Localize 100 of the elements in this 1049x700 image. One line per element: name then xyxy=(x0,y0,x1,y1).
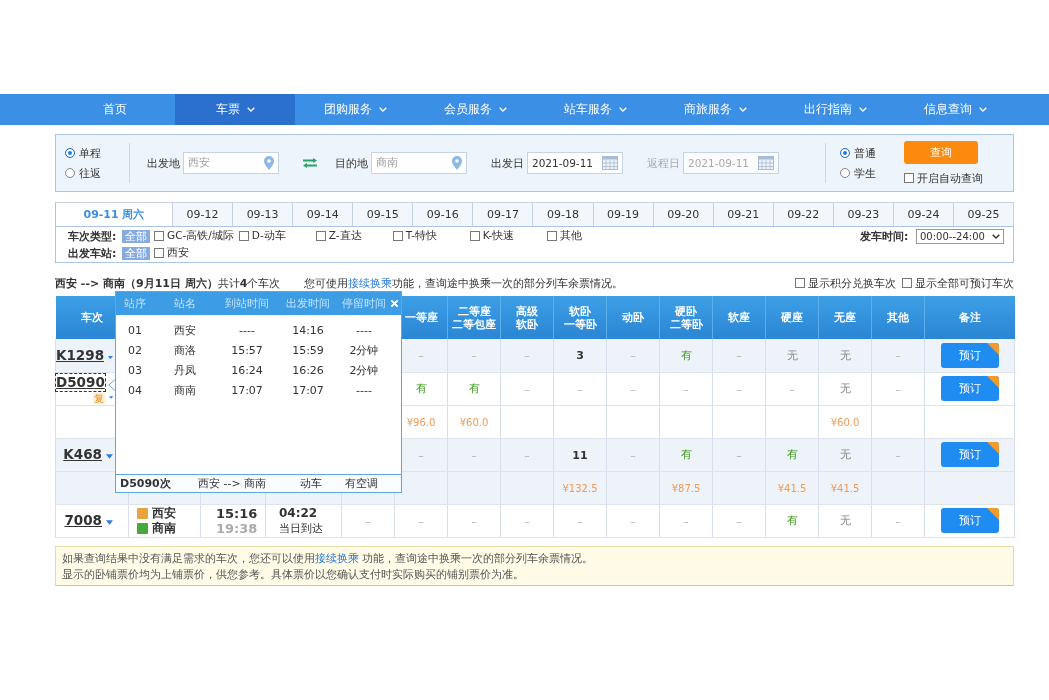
train-amenity: 有空调 xyxy=(345,476,379,491)
checkbox[interactable] xyxy=(238,231,249,241)
date-tab[interactable]: 09-21 xyxy=(713,202,774,226)
checkbox[interactable] xyxy=(902,278,912,288)
stop-order: 02 xyxy=(127,343,143,357)
filter-option[interactable]: 西安 xyxy=(154,246,226,260)
seat-availability: – xyxy=(418,448,424,462)
radio-button[interactable] xyxy=(840,168,850,178)
filter-option[interactable]: Z-直达 xyxy=(315,229,388,243)
radio-button[interactable] xyxy=(840,148,850,158)
train-badge: 复 xyxy=(92,392,105,404)
stop-duration: 2分钟 xyxy=(348,362,380,378)
radio-button[interactable] xyxy=(65,148,75,158)
passenger-type-option[interactable]: 学生 xyxy=(840,165,904,181)
nav-item[interactable]: 车票 xyxy=(175,94,295,125)
stop-departure-time: 15:59 xyxy=(291,343,325,357)
passenger-type-option[interactable]: 普通 xyxy=(840,145,904,161)
trip-duration: 04:22 xyxy=(279,505,319,521)
transfer-hint: 您可使用接续换乘功能，查询途中换乘一次的部分列车余票情况。 xyxy=(304,275,624,291)
date-tab[interactable]: 09-25 xyxy=(954,202,1015,226)
column-header: 无座 xyxy=(834,311,856,324)
checkbox[interactable] xyxy=(154,231,164,241)
date-tab[interactable]: 09-18 xyxy=(533,202,594,226)
ticket-price: ¥41.5 xyxy=(830,482,860,494)
date-tab[interactable]: 09-13 xyxy=(233,202,294,226)
transfer-link[interactable]: 接续换乘 xyxy=(315,551,359,564)
field-label: 出发日 xyxy=(491,155,524,171)
caret-icon[interactable] xyxy=(108,354,113,360)
date-tab[interactable]: 09-17 xyxy=(473,202,534,226)
date-tab[interactable]: 09-15 xyxy=(353,202,414,226)
train-type: 动车 xyxy=(300,476,323,491)
checkbox[interactable] xyxy=(154,248,164,258)
location-pin-icon xyxy=(264,156,274,170)
ticket-price: ¥96.0 xyxy=(406,416,436,428)
time-select[interactable]: 00:00--24:00 xyxy=(916,228,1004,244)
transfer-link[interactable]: 接续换乘 xyxy=(348,276,393,290)
trip-type-option[interactable]: 单程 xyxy=(65,145,125,161)
checkbox[interactable] xyxy=(392,231,403,241)
checkbox[interactable] xyxy=(469,231,480,241)
seat-availability: – xyxy=(789,382,795,396)
seat-availability: – xyxy=(524,448,530,462)
date-tab[interactable]: 09-24 xyxy=(893,202,954,226)
checkbox[interactable] xyxy=(904,173,914,183)
seat-availability: 有 xyxy=(468,382,480,395)
filter-option[interactable]: K-快速 xyxy=(469,229,542,243)
seat-availability: 无 xyxy=(839,448,851,461)
ticket-price: ¥87.5 xyxy=(671,482,701,494)
stop-station: 商南 xyxy=(173,382,197,398)
caret-icon[interactable] xyxy=(106,520,113,525)
close-icon[interactable] xyxy=(390,299,399,308)
train-number-link[interactable]: D5090 xyxy=(56,373,105,391)
seat-availability: – xyxy=(471,514,477,528)
caret-icon[interactable] xyxy=(108,394,113,400)
trip-type-option[interactable]: 往返 xyxy=(65,165,125,181)
caret-icon[interactable] xyxy=(106,454,113,459)
stop-arrival-time: 17:07 xyxy=(230,383,264,397)
date-tab[interactable]: 09-19 xyxy=(593,202,654,226)
ticket-price: ¥41.5 xyxy=(777,482,807,494)
date-tab[interactable]: 09-22 xyxy=(773,202,834,226)
stop-arrival-time: 16:24 xyxy=(230,363,264,377)
filter-label: 出发车站: xyxy=(68,245,118,261)
seat-availability: – xyxy=(524,514,530,528)
checkbox[interactable] xyxy=(795,278,805,288)
date-tab[interactable]: 09-20 xyxy=(653,202,714,226)
seat-availability: – xyxy=(577,514,583,528)
column-header: 备注 xyxy=(958,311,981,324)
column-header: 车次 xyxy=(80,311,103,324)
stop-departure-time: 16:26 xyxy=(291,363,325,377)
display-option[interactable]: 显示积分兑换车次 xyxy=(795,275,896,291)
auto-query-option[interactable]: 开启自动查询 xyxy=(904,170,983,186)
date-tab[interactable]: 09-14 xyxy=(293,202,354,226)
field-label: 目的地 xyxy=(335,155,368,171)
field-label: 出发地 xyxy=(147,155,180,171)
date-tab[interactable]: 09-12 xyxy=(173,202,234,226)
filter-option[interactable]: GC-高铁/城际 xyxy=(154,229,234,243)
filter-option[interactable]: T-特快 xyxy=(392,229,465,243)
seat-availability: 无 xyxy=(839,514,851,527)
filter-option[interactable]: D-动车 xyxy=(238,229,311,243)
corner-tag-icon xyxy=(986,442,999,454)
date-tab[interactable]: 09-23 xyxy=(833,202,894,226)
checkbox[interactable] xyxy=(315,231,326,241)
filter-option[interactable]: 其他 xyxy=(546,229,619,243)
ticket-price: ¥60.0 xyxy=(830,416,860,428)
seat-availability: – xyxy=(630,382,636,396)
filter-label: 车次类型: xyxy=(68,228,118,244)
seat-availability: 有 xyxy=(680,348,692,362)
date-field[interactable]: 2021-09-11 xyxy=(527,152,623,174)
date-tab[interactable]: 09-16 xyxy=(413,202,474,226)
stop-departure-time: 14:16 xyxy=(291,323,325,337)
stop-arrival-time: ---- xyxy=(238,323,256,337)
radio-button[interactable] xyxy=(65,168,75,178)
checkbox[interactable] xyxy=(546,231,557,241)
seat-availability: 11 xyxy=(572,448,588,462)
filter-label: 发车时间: xyxy=(860,228,910,244)
seat-availability: 有 xyxy=(415,382,427,395)
swap-icon[interactable] xyxy=(303,158,317,168)
seat-availability: – xyxy=(736,349,742,363)
ticket-price: ¥132.5 xyxy=(562,482,598,494)
display-option[interactable]: 显示全部可预订车次 xyxy=(902,275,1014,291)
stop-station: 商洛 xyxy=(173,342,197,358)
